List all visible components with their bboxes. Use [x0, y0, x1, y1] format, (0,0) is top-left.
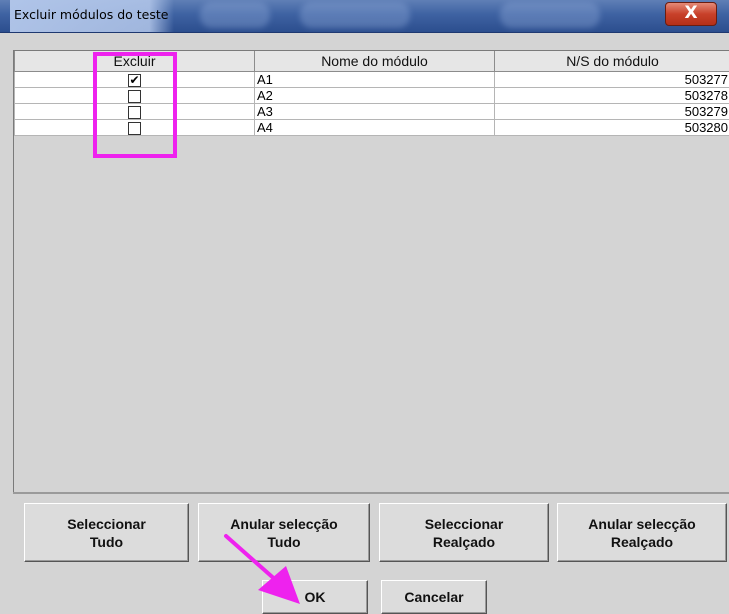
select-highlighted-button[interactable]: Seleccionar Realçado [379, 503, 549, 562]
column-header-module-name[interactable]: Nome do módulo [254, 51, 495, 72]
window-title: Excluir módulos do teste [10, 0, 175, 32]
title-bar[interactable]: Excluir módulos do teste X [0, 0, 729, 33]
close-button[interactable]: X [665, 2, 717, 26]
module-name-cell[interactable]: A1 [254, 70, 495, 89]
module-serial-cell[interactable]: 503280 [494, 119, 729, 137]
module-serial-cell[interactable]: 503277 [494, 70, 729, 89]
module-serial-cell[interactable]: 503278 [494, 87, 729, 105]
module-name-cell[interactable]: A3 [254, 103, 495, 121]
module-serial-cell[interactable]: 503279 [494, 103, 729, 121]
deselect-highlighted-button[interactable]: Anular selecção Realçado [557, 503, 727, 562]
module-name-cell[interactable]: A2 [254, 87, 495, 105]
annotation-highlight-box [93, 52, 177, 158]
ok-button[interactable]: OK [262, 580, 368, 614]
close-icon: X [684, 3, 698, 23]
deselect-all-button[interactable]: Anular selecção Tudo [198, 503, 370, 562]
cancel-button[interactable]: Cancelar [381, 580, 487, 614]
dialog-window: Excluir módulos do teste X Excluir Nome … [0, 0, 729, 614]
column-header-module-serial[interactable]: N/S do módulo [494, 51, 729, 72]
module-name-cell[interactable]: A4 [254, 119, 495, 137]
select-all-button[interactable]: Seleccionar Tudo [24, 503, 189, 562]
divider [13, 492, 729, 494]
